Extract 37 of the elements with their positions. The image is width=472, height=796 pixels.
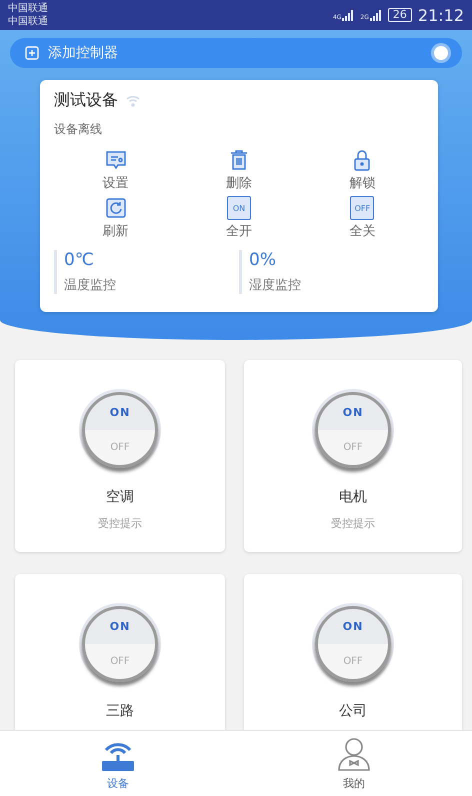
action-button[interactable]: 设置 [54,148,178,192]
control-name: 电机 [339,488,367,506]
add-controller-label: 添加控制器 [48,44,119,62]
power-switch[interactable]: ON OFF [82,392,158,468]
add-controller-bar[interactable]: 添加控制器 [10,38,462,68]
refresh-icon [104,196,128,220]
clock: 21:12 [418,6,464,24]
power-switch[interactable]: ON OFF [82,606,158,682]
person-icon[interactable] [336,736,372,772]
monitor-label: 湿度监控 [249,277,302,294]
action-button[interactable]: 删除 [177,148,301,192]
action-button[interactable]: ON 全开 [177,196,301,240]
action-button[interactable]: 解锁 [300,148,424,192]
monitor-label: 温度监控 [64,277,117,294]
power-switch[interactable]: ON OFF [315,606,391,682]
power-switch[interactable]: ON OFF [315,392,391,468]
control-name: 三路 [106,702,134,720]
on-icon: ON [226,196,251,220]
nav-tab[interactable]: 我的 [236,731,472,796]
monitor-value: 0℃ [64,250,95,270]
device-status: 设备离线 [54,121,103,138]
off-icon: OFF [350,196,374,220]
battery-level: 26 [388,8,412,22]
status-dot-icon [434,46,448,60]
wifi-icon [126,94,140,106]
nav-tab[interactable]: 设备 [0,731,236,796]
monitor-value: 0% [249,250,277,270]
control-hint: 受控提示 [98,516,142,531]
add-icon [24,45,40,61]
device-name: 测试设备 [54,90,118,111]
control-name: 公司 [339,702,367,720]
carrier-name: 中国联通 [8,15,48,28]
carrier-name: 中国联通 [8,2,48,15]
action-button[interactable]: OFF 全关 [300,196,424,240]
action-button[interactable]: 刷新 [54,196,178,240]
control-name: 空调 [106,488,134,506]
control-hint: 受控提示 [331,516,375,531]
